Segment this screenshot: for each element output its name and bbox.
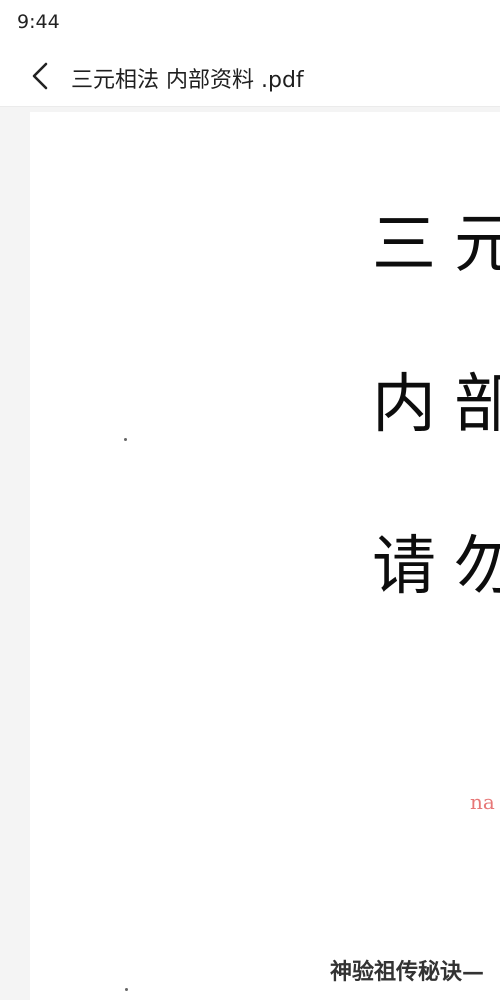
pdf-viewer[interactable]: 三元 内部 请勿 na 神验祖传秘诀— xyxy=(0,107,500,1000)
page-subtitle: 神验祖传秘诀— xyxy=(330,959,485,985)
chevron-left-icon xyxy=(32,62,48,90)
status-time: 9:44 xyxy=(17,11,60,33)
app-bar: 三元相法 内部资料 .pdf xyxy=(0,46,500,107)
pdf-page: 三元 内部 请勿 na 神验祖传秘诀— xyxy=(30,112,500,1000)
cover-line-1: 三元 xyxy=(372,208,500,282)
scan-speck xyxy=(125,988,128,991)
cover-line-3: 请勿 xyxy=(372,530,500,604)
watermark-text: na xyxy=(470,790,495,814)
document-title: 三元相法 内部资料 .pdf xyxy=(71,68,304,93)
cover-line-2: 内部 xyxy=(372,368,500,442)
status-bar: 9:44 xyxy=(0,0,500,46)
back-button[interactable] xyxy=(22,56,62,96)
scan-speck xyxy=(124,438,127,441)
